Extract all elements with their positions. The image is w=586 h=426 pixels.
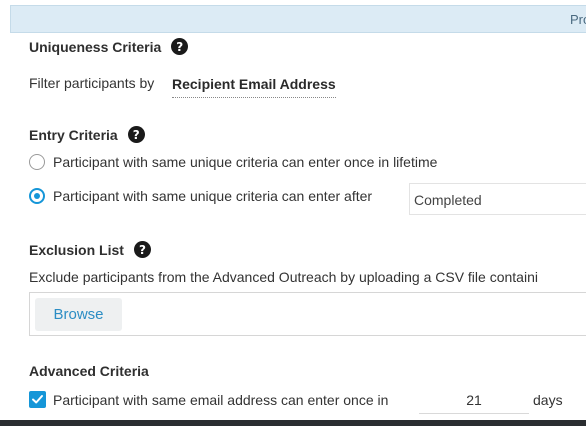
help-icon[interactable]: ?: [133, 241, 151, 258]
filter-participants-field[interactable]: Recipient Email Address: [172, 76, 336, 98]
csv-upload-box[interactable]: Browse: [29, 292, 586, 336]
checkmark-icon: [32, 395, 43, 404]
radio-enter-after-label: Participant with same unique criteria ca…: [53, 188, 373, 204]
advanced-section-title: Advanced Criteria: [29, 363, 149, 379]
banner-text: Pro: [570, 12, 586, 27]
help-icon[interactable]: ?: [127, 126, 145, 143]
top-banner: Pro: [10, 5, 586, 33]
entry-title-text: Entry Criteria: [29, 126, 118, 143]
radio-enter-once-label: Participant with same unique criteria ca…: [53, 154, 438, 170]
enter-after-select-value: Completed: [414, 192, 482, 208]
radio-enter-after[interactable]: [29, 188, 45, 204]
advanced-title-text: Advanced Criteria: [29, 363, 149, 379]
days-input-value: 21: [466, 392, 482, 408]
enter-after-select[interactable]: Completed: [409, 183, 586, 215]
entry-section-title: Entry Criteria ?: [29, 126, 145, 143]
days-unit-label: days: [533, 392, 563, 408]
days-input[interactable]: 21: [419, 386, 529, 414]
browse-button[interactable]: Browse: [35, 298, 122, 331]
advanced-criteria-checkbox[interactable]: [29, 391, 46, 408]
exclusion-section-title: Exclusion List ?: [29, 241, 151, 258]
filter-label: Filter participants by: [29, 75, 155, 91]
exclusion-title-text: Exclusion List: [29, 241, 124, 258]
browse-button-label: Browse: [53, 306, 104, 323]
radio-enter-once[interactable]: [29, 154, 45, 170]
advanced-criteria-label: Participant with same email address can …: [53, 392, 389, 408]
help-icon[interactable]: ?: [171, 38, 189, 55]
uniqueness-title-text: Uniqueness Criteria: [29, 38, 162, 55]
uniqueness-section-title: Uniqueness Criteria ?: [29, 38, 189, 55]
exclusion-description: Exclude participants from the Advanced O…: [29, 269, 538, 285]
bottom-bar: [0, 420, 586, 426]
